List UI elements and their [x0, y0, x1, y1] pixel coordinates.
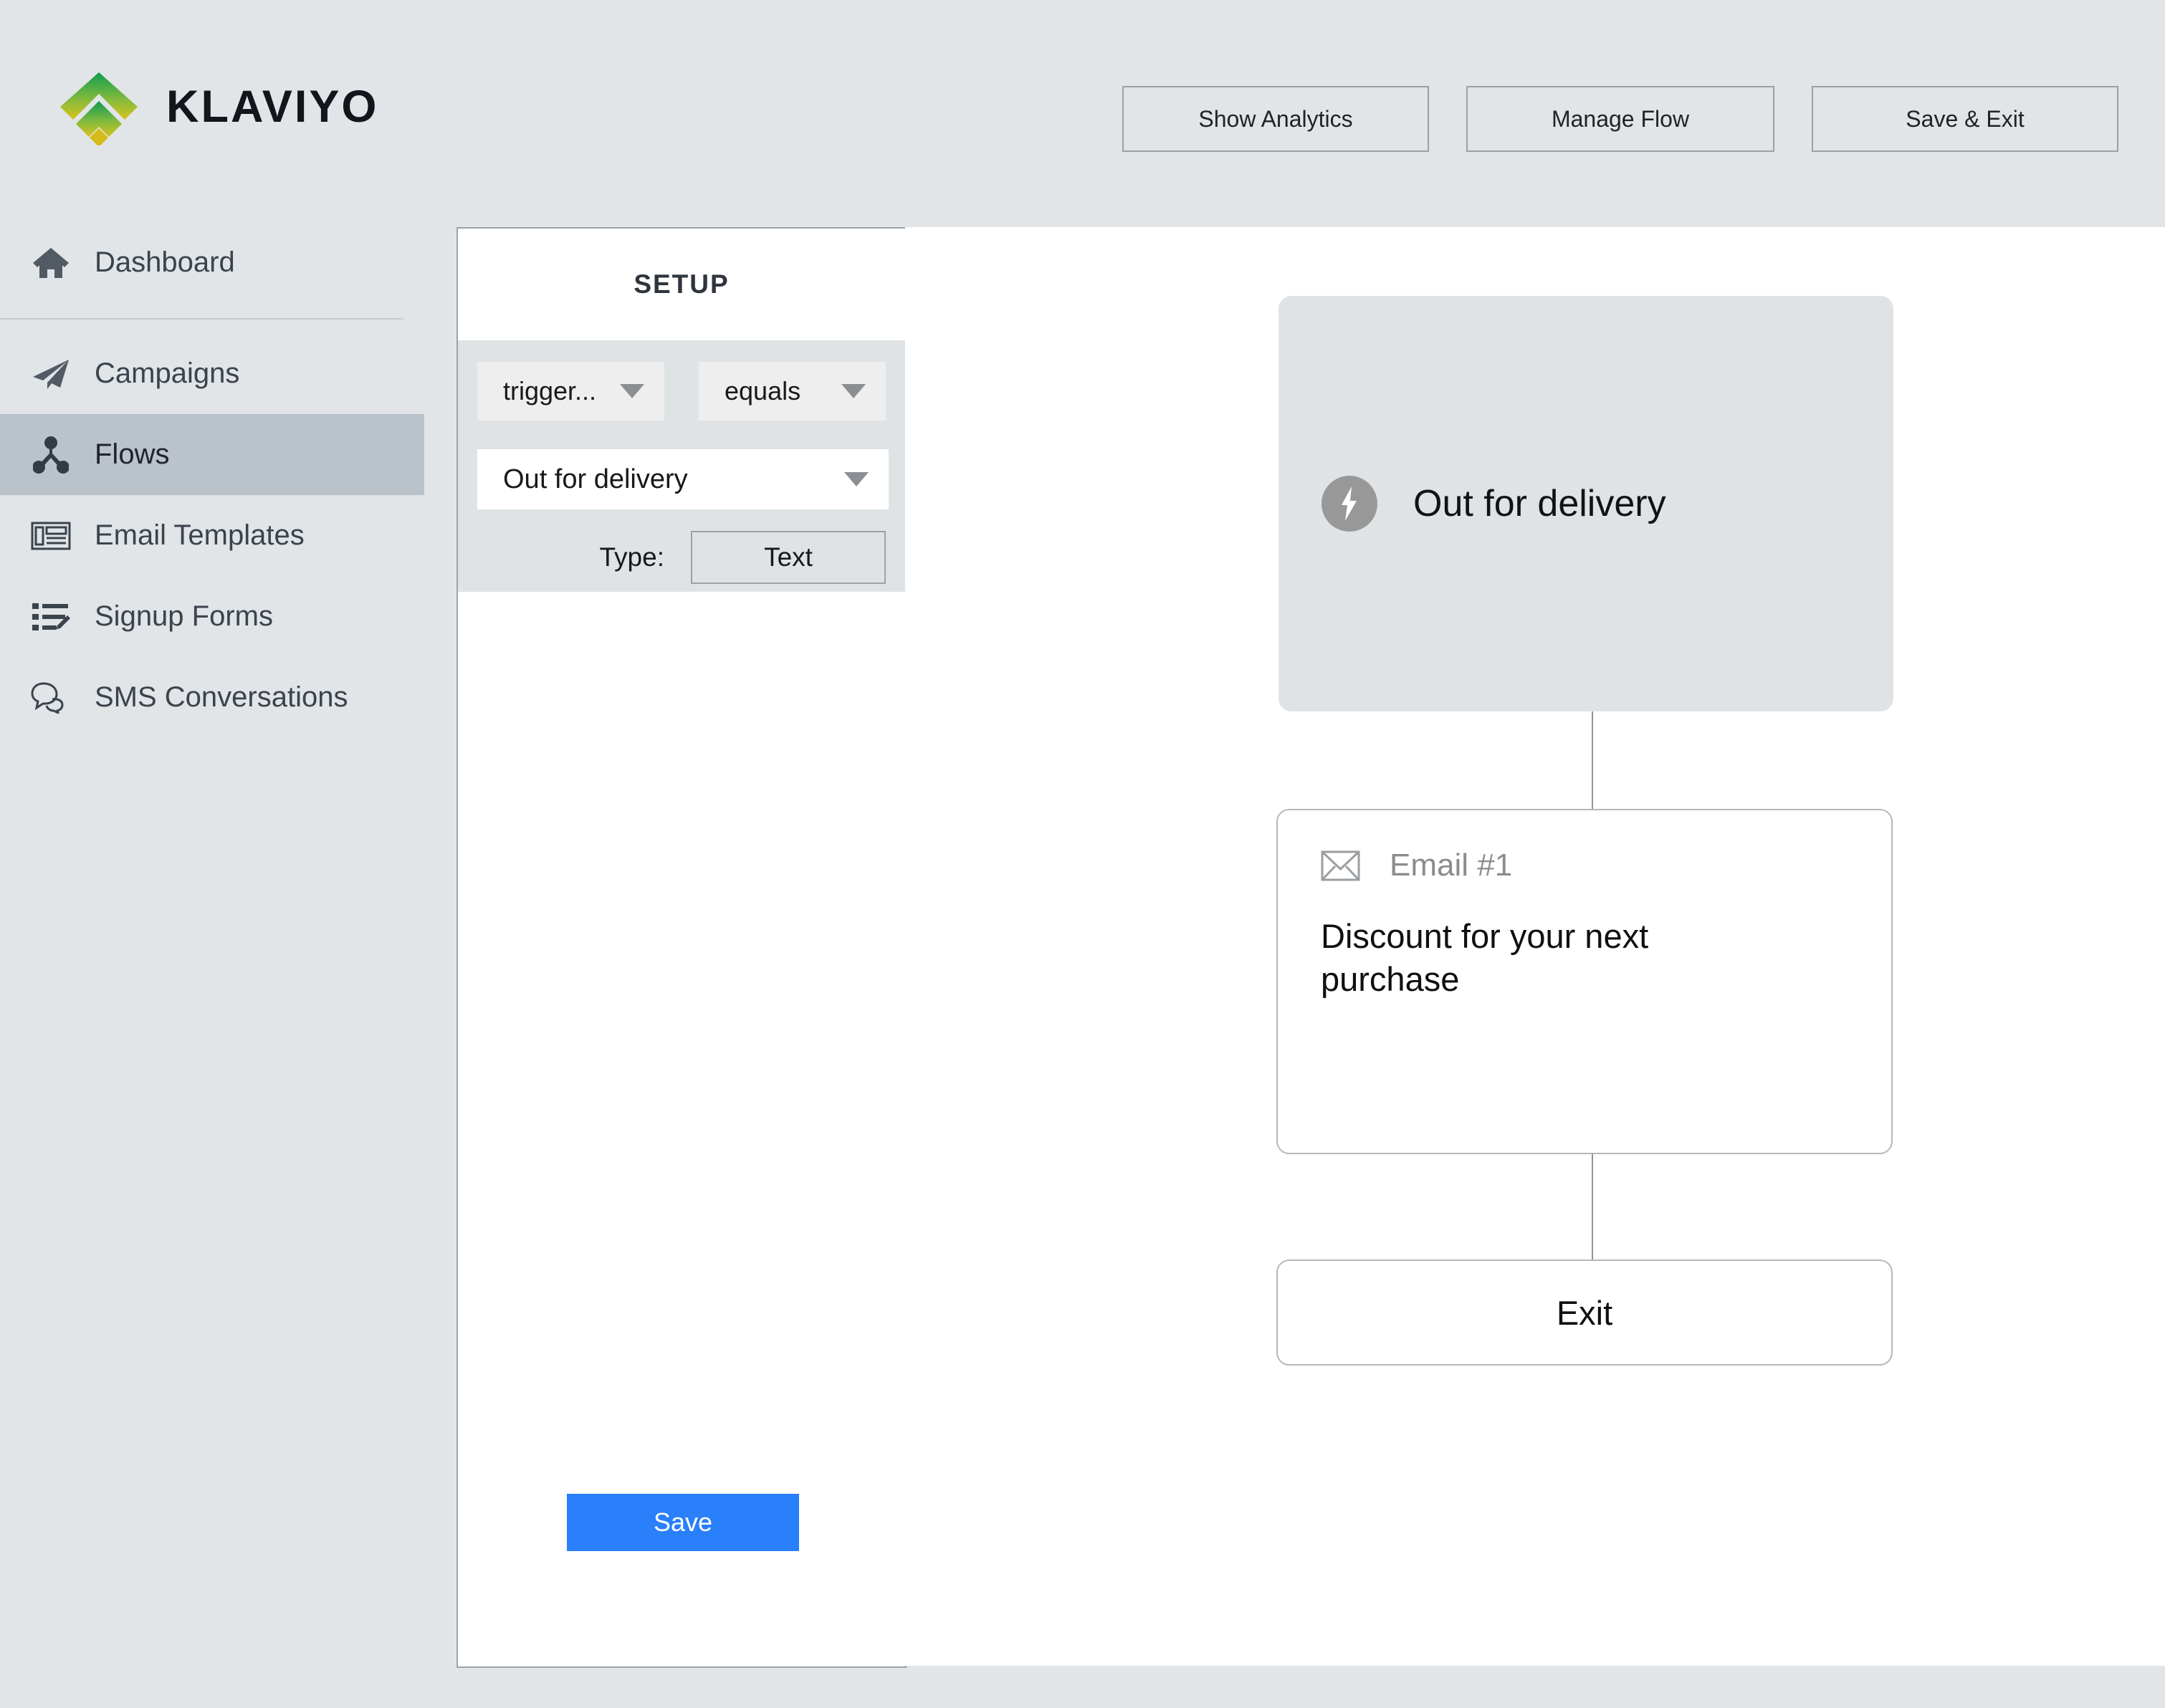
operator-select[interactable]: equals	[699, 362, 886, 421]
save-button[interactable]: Save	[567, 1494, 799, 1551]
sidebar-divider	[0, 318, 403, 320]
chevron-down-icon	[620, 384, 644, 398]
sidebar-item-signup-forms[interactable]: Signup Forms	[0, 576, 424, 657]
flow-node-email-header: Email #1	[1321, 848, 1891, 883]
flow-node-email[interactable]: Email #1 Discount for your next purchase	[1276, 809, 1893, 1154]
sidebar-item-sms-conversations[interactable]: SMS Conversations	[0, 657, 424, 738]
type-value-button[interactable]: Text	[691, 531, 886, 584]
sidebar-nav: Dashboard Campaigns Flows Email Template…	[0, 222, 424, 1708]
condition-row: trigger... equals	[477, 362, 886, 421]
home-icon	[31, 243, 71, 283]
operator-select-value: equals	[725, 376, 801, 406]
sidebar-item-dashboard[interactable]: Dashboard	[0, 222, 424, 303]
sidebar-item-label: Email Templates	[95, 519, 305, 551]
newspaper-icon	[31, 516, 71, 556]
chat-bubbles-icon	[31, 678, 71, 718]
sidebar-item-campaigns[interactable]: Campaigns	[0, 333, 424, 414]
sidebar-item-label: Campaigns	[95, 358, 240, 389]
sidebar-item-label: Signup Forms	[95, 600, 273, 632]
logo-wordmark: KLAVIYO	[166, 82, 379, 132]
manage-flow-button[interactable]: Manage Flow	[1466, 86, 1774, 152]
chevron-down-icon	[841, 384, 866, 398]
flow-connector	[1592, 1154, 1593, 1260]
flow-node-trigger[interactable]: Out for delivery	[1279, 296, 1893, 711]
flow-node-exit-label: Exit	[1556, 1293, 1613, 1332]
sidebar-item-email-templates[interactable]: Email Templates	[0, 495, 424, 576]
setup-form: trigger... equals Out for delivery Type:…	[458, 340, 905, 650]
sidebar-item-label: SMS Conversations	[95, 681, 348, 713]
trigger-select[interactable]: trigger...	[477, 362, 664, 421]
klaviyo-wifi-chevron-logo-icon	[56, 68, 142, 147]
sidebar-item-label: Flows	[95, 438, 170, 470]
flow-node-email-title: Email #1	[1390, 848, 1513, 883]
value-select[interactable]: Out for delivery	[477, 449, 889, 509]
show-analytics-button[interactable]: Show Analytics	[1122, 86, 1429, 152]
sidebar-item-label: Dashboard	[95, 246, 235, 278]
sidebar-item-flows[interactable]: Flows	[0, 414, 424, 495]
app-header: KLAVIYO Show Analytics Manage Flow Save …	[0, 0, 2165, 222]
klaviyo-logo[interactable]: KLAVIYO	[56, 68, 379, 147]
lightning-bolt-icon	[1322, 476, 1377, 532]
list-edit-icon	[31, 597, 71, 637]
flow-node-exit[interactable]: Exit	[1276, 1260, 1893, 1366]
paper-plane-icon	[31, 354, 71, 394]
trigger-select-value: trigger...	[503, 376, 597, 406]
header-actions: Show Analytics Manage Flow Save & Exit	[1122, 86, 2118, 152]
type-label: Type:	[599, 542, 665, 572]
setup-title: SETUP	[634, 269, 730, 299]
envelope-icon	[1321, 850, 1360, 881]
flow-node-email-subject: Discount for your next purchase	[1321, 917, 1649, 998]
flow-canvas[interactable]: Out for delivery Email #1 Discount for y…	[905, 227, 2165, 1666]
flow-connector	[1592, 711, 1593, 809]
setup-panel-header: SETUP	[458, 229, 905, 340]
setup-panel-body: Save	[458, 592, 905, 1666]
setup-panel: SETUP trigger... equals Out for delivery…	[457, 227, 907, 1668]
chevron-down-icon	[844, 472, 869, 486]
type-row: Type: Text	[477, 531, 886, 584]
save-and-exit-button[interactable]: Save & Exit	[1812, 86, 2118, 152]
app-root: KLAVIYO Show Analytics Manage Flow Save …	[0, 0, 2165, 1708]
flow-nodes-icon	[31, 435, 71, 475]
flow-node-trigger-label: Out for delivery	[1413, 483, 1666, 524]
value-select-value: Out for delivery	[503, 464, 688, 494]
